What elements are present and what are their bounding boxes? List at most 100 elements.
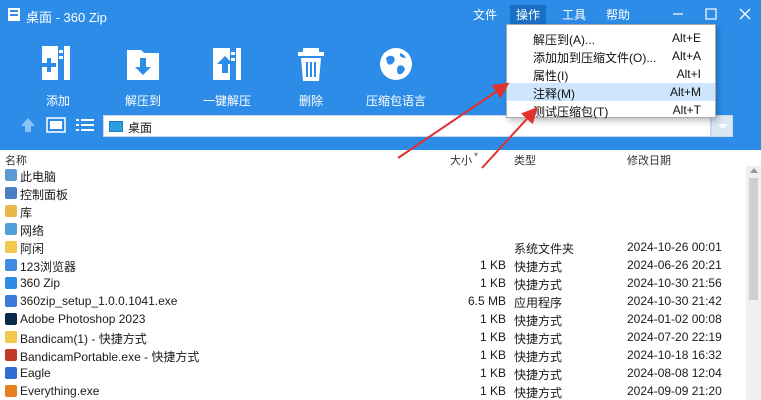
up-arrow-icon[interactable] (20, 117, 36, 136)
file-name: 网络 (20, 224, 45, 238)
file-row[interactable]: Eagle 1 KB 快捷方式 2024-08-08 12:04 (0, 364, 746, 382)
menu-file[interactable]: 文件 (467, 5, 503, 25)
file-date: 2024-10-18 16:32 (627, 348, 722, 362)
menu-tools[interactable]: 工具 (556, 5, 592, 25)
file-date: 2024-10-30 21:56 (627, 276, 722, 290)
file-type: 快捷方式 (514, 350, 563, 364)
menu-item-shortcut: Alt+E (671, 31, 701, 45)
archive-language-label: 压缩包语言 (365, 94, 426, 108)
file-name: 360 Zip (20, 276, 61, 290)
file-date: 2024-09-09 21:20 (627, 384, 722, 398)
scroll-up-icon[interactable] (750, 168, 758, 173)
menu-item-label: 解压到(A)... (533, 33, 595, 47)
file-date: 2024-07-20 22:19 (627, 330, 722, 344)
file-type: 快捷方式 (514, 260, 563, 274)
file-row[interactable]: Everything.exe 1 KB 快捷方式 2024-09-09 21:20 (0, 382, 746, 400)
address-path: 桌面 (128, 121, 153, 135)
app-icon (8, 8, 20, 21)
file-size: 1 KB (479, 330, 506, 344)
file-type: 快捷方式 (514, 332, 563, 346)
menu-item-shortcut: Alt+I (676, 67, 701, 81)
file-date: 2024-01-02 00:08 (627, 312, 722, 326)
bandicam-icon (5, 349, 17, 361)
file-row[interactable]: 360 Zip 1 KB 快捷方式 2024-10-30 21:56 (0, 274, 746, 292)
zip-icon (5, 277, 17, 289)
list-view-icon[interactable] (75, 117, 95, 136)
file-row[interactable]: Adobe Photoshop 2023 1 KB 快捷方式 2024-01-02 0… (0, 310, 746, 328)
menu-item-label: 测试压缩包(T) (533, 105, 609, 119)
file-row[interactable]: 360zip_setup_1.0.0.1041.exe 6.5 MB 应用程序 202… (0, 292, 746, 310)
file-row[interactable]: 控制面板 (0, 184, 746, 202)
file-row[interactable]: 123浏览器 1 KB 快捷方式 2024-06-26 20:21 (0, 256, 746, 274)
library-icon (5, 205, 17, 217)
file-size: 1 KB (479, 384, 506, 398)
file-row[interactable]: BandicamPortable.exe - 快捷方式 1 KB 快捷方式 2024-… (0, 346, 746, 364)
operate-menu-item[interactable]: 属性(I) Alt+I (507, 65, 715, 83)
photoshop-icon (5, 313, 17, 325)
file-date: 2024-10-30 21:42 (627, 294, 722, 308)
menu-operate[interactable]: 操作 (510, 5, 547, 25)
archive-language-button[interactable]: 压缩包语言 (361, 44, 431, 108)
menu-help[interactable]: 帮助 (600, 5, 636, 25)
minimize-icon[interactable] (670, 6, 686, 22)
file-row[interactable]: Bandicam(1) - 快捷方式 1 KB 快捷方式 2024-07-20 22:… (0, 328, 746, 346)
operate-menu-item[interactable]: 注释(M) Alt+M (507, 83, 715, 101)
delete-button[interactable]: 删除 (276, 44, 346, 108)
file-size: 1 KB (479, 312, 506, 326)
thumbnail-view-icon[interactable] (46, 117, 66, 136)
file-name: Eagle (20, 366, 51, 380)
file-name: 阿闲 (20, 242, 45, 256)
file-name: 360zip_setup_1.0.0.1041.exe (20, 294, 178, 308)
file-type: 快捷方式 (514, 368, 563, 382)
maximize-icon[interactable] (703, 6, 719, 22)
file-name: 此电脑 (20, 170, 57, 184)
operate-menu-item[interactable]: 解压到(A)... Alt+E (507, 29, 715, 47)
folder-icon (5, 331, 17, 343)
close-icon[interactable] (737, 6, 753, 22)
file-name: Everything.exe (20, 384, 100, 398)
menu-item-shortcut: Alt+T (672, 103, 701, 117)
file-list-header: 名称 大小 类型 修改日期 (0, 150, 761, 167)
scroll-thumb[interactable] (749, 178, 758, 300)
folder-icon (5, 241, 17, 253)
operate-menu-item[interactable]: 添加加到压缩文件(O)... Alt+A (507, 47, 715, 65)
file-date: 2024-10-26 00:01 (627, 240, 722, 254)
one-click-extract-icon (213, 48, 241, 80)
file-row[interactable]: 库 (0, 202, 746, 220)
add-button[interactable]: 添加 (23, 44, 93, 108)
menu-item-label: 注释(M) (533, 87, 575, 101)
desktop-folder-icon (109, 121, 123, 132)
file-date: 2024-06-26 20:21 (627, 258, 722, 272)
extract-to-button[interactable]: 解压到 (108, 44, 178, 108)
globe-icon (380, 48, 412, 80)
window-title: 桌面 - 360 Zip (26, 10, 107, 25)
search-icon (5, 385, 17, 397)
file-row[interactable]: 阿闲 系统文件夹 2024-10-26 00:01 (0, 238, 746, 256)
file-row[interactable]: 此电脑 (0, 166, 746, 184)
operate-menu-item[interactable]: 测试压缩包(T) Alt+T (507, 101, 715, 119)
file-name: Adobe Photoshop 2023 (20, 312, 146, 326)
control-panel-icon (5, 187, 17, 199)
file-name: Bandicam(1) - 快捷方式 (20, 332, 147, 346)
file-name: 库 (20, 206, 33, 220)
file-row[interactable]: 网络 (0, 220, 746, 238)
network-icon (5, 223, 17, 235)
menu-item-label: 属性(I) (533, 69, 569, 83)
file-size: 1 KB (479, 366, 506, 380)
computer-icon (5, 169, 17, 181)
eagle-icon (5, 367, 17, 379)
file-name: 123浏览器 (20, 260, 77, 274)
file-type: 快捷方式 (514, 278, 563, 292)
file-size: 1 KB (479, 276, 506, 290)
browser-icon (5, 259, 17, 271)
add-label: 添加 (45, 94, 70, 108)
file-size: 1 KB (479, 348, 506, 362)
file-name: 控制面板 (20, 188, 69, 202)
extract-to-label: 解压到 (124, 94, 161, 108)
one-click-extract-button[interactable]: 一键解压 (192, 44, 262, 108)
vertical-scrollbar[interactable] (746, 166, 761, 400)
sort-arrow-icon: ▾ (474, 150, 479, 159)
installer-icon (5, 295, 17, 307)
file-type: 系统文件夹 (514, 242, 575, 256)
add-archive-icon (42, 46, 70, 80)
